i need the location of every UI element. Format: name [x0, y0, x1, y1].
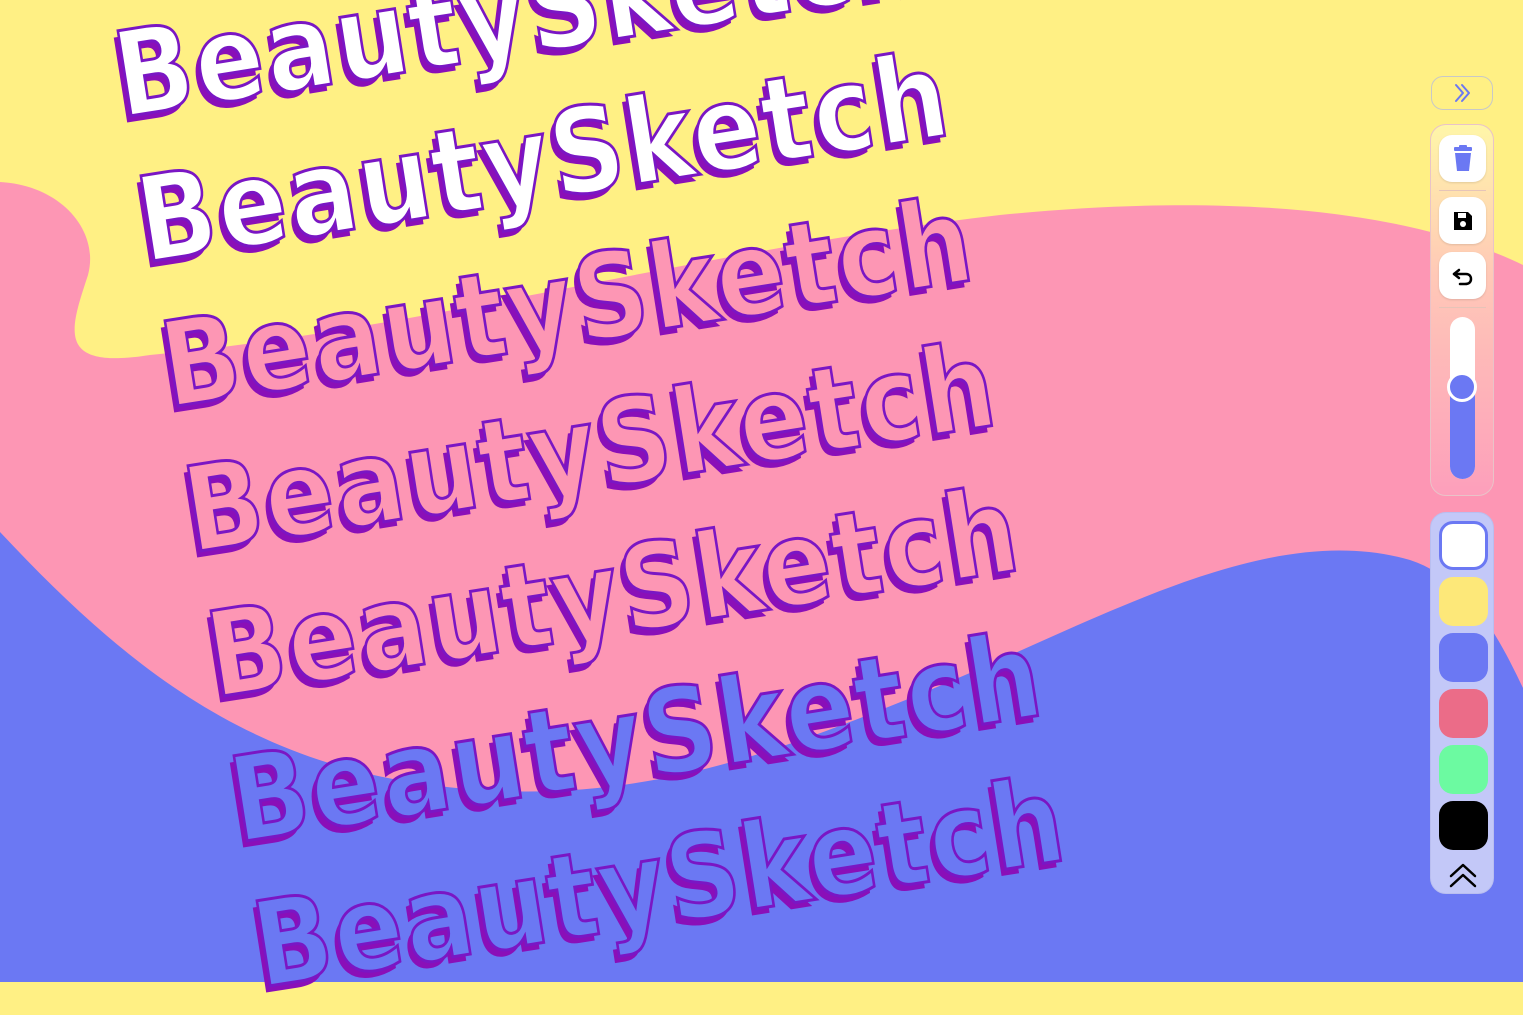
- trash-icon: [1453, 144, 1472, 171]
- undo-icon: [1452, 268, 1472, 285]
- floppy-disk-icon: [1453, 211, 1472, 230]
- expand-palette-button[interactable]: [1447, 861, 1479, 889]
- color-swatch-blue[interactable]: [1439, 633, 1488, 682]
- color-swatch-white[interactable]: [1439, 521, 1488, 570]
- collapse-toolbar-button[interactable]: [1431, 76, 1493, 110]
- color-swatch-red[interactable]: [1439, 689, 1488, 738]
- toolbar-divider: [1439, 190, 1486, 191]
- double-chevron-right-icon: [1455, 84, 1470, 102]
- color-palette: [1430, 512, 1494, 894]
- toolbar-divider: [1439, 307, 1486, 308]
- save-button[interactable]: [1439, 197, 1486, 244]
- color-swatch-yellow[interactable]: [1439, 577, 1488, 626]
- tool-panel: [1430, 124, 1494, 496]
- delete-button[interactable]: [1439, 135, 1486, 182]
- color-swatch-green[interactable]: [1439, 745, 1488, 794]
- double-chevron-up-icon: [1449, 863, 1477, 888]
- color-swatch-black[interactable]: [1439, 801, 1488, 850]
- brush-size-slider-thumb[interactable]: [1447, 372, 1477, 402]
- undo-button[interactable]: [1439, 252, 1486, 299]
